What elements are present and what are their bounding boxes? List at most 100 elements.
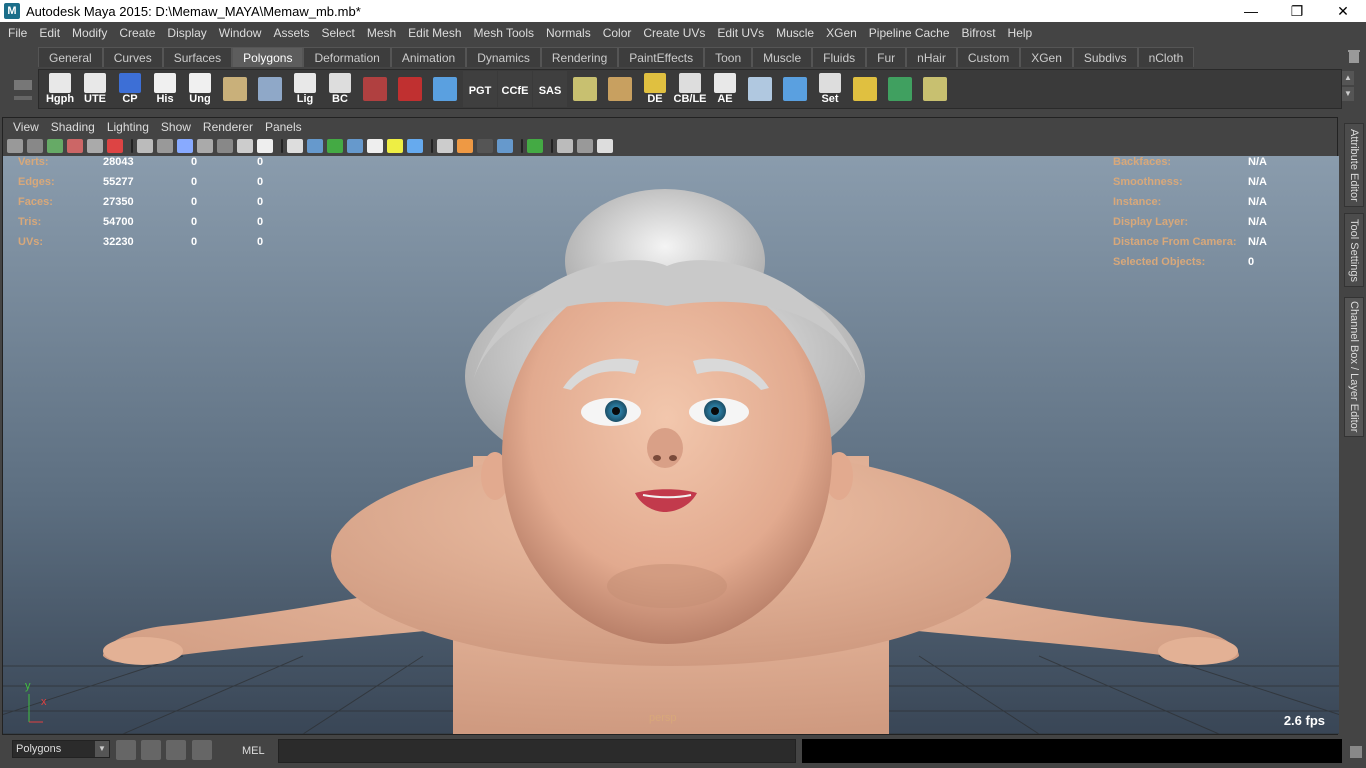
shelf-button-target-ring-icon[interactable] — [848, 71, 882, 107]
shelf-button-ung[interactable]: Ung — [183, 71, 217, 107]
shelf-tab-animation[interactable]: Animation — [390, 47, 467, 67]
shelf-scroll[interactable]: ▲ ▼ — [1342, 71, 1356, 107]
shelf-tab-custom[interactable]: Custom — [956, 47, 1021, 67]
menu-display[interactable]: Display — [161, 26, 212, 40]
shelf-button-bc[interactable]: BC — [323, 71, 357, 107]
menu-normals[interactable]: Normals — [540, 26, 597, 40]
menu-set-dropdown[interactable]: Polygons ▼ — [12, 740, 110, 758]
shelf-button-cb-le[interactable]: CB/LE — [673, 71, 707, 107]
panel-menu-panels[interactable]: Panels — [259, 120, 308, 134]
grid-toggle-icon[interactable] — [116, 740, 136, 760]
select-highlight-icon[interactable] — [527, 139, 543, 153]
textured-icon[interactable] — [177, 139, 193, 153]
menu-window[interactable]: Window — [213, 26, 268, 40]
shelf-tab-toon[interactable]: Toon — [704, 47, 753, 67]
lights-icon[interactable] — [197, 139, 213, 153]
shelf-menu-icon[interactable] — [14, 96, 32, 100]
grid-toggle-icon[interactable] — [87, 139, 103, 153]
shelf-button-cp[interactable]: CP — [113, 71, 147, 107]
ao-icon[interactable] — [457, 139, 473, 153]
trash-icon[interactable] — [1348, 49, 1360, 63]
shelf-button-book-icon[interactable] — [218, 71, 252, 107]
menu-modify[interactable]: Modify — [66, 26, 113, 40]
shelf-button-sas[interactable]: SAS — [533, 71, 567, 107]
menu-edit-uvs[interactable]: Edit UVs — [711, 26, 770, 40]
minimize-button[interactable]: — — [1228, 0, 1274, 22]
shelf-tab-curves[interactable]: Curves — [102, 47, 163, 67]
wireframe-icon[interactable] — [137, 139, 153, 153]
shelf-button-hgph[interactable]: Hgph — [43, 71, 77, 107]
bookmark-icon[interactable] — [47, 139, 63, 153]
shelf-tab-fluids[interactable]: Fluids — [812, 47, 867, 67]
shelf-button-ccfe[interactable]: CCfE — [498, 71, 532, 107]
film-gate-icon[interactable] — [107, 139, 123, 153]
3d-viewport[interactable]: Verts: 28043 0 0 Edges: 55277 0 0 Faces: 27350 0 0 T… — [3, 156, 1339, 734]
shelf-button-spotlight-icon[interactable] — [743, 71, 777, 107]
shelf-tab-muscle[interactable]: Muscle — [752, 47, 813, 67]
side-tab-attribute-editor[interactable]: Attribute Editor — [1344, 123, 1364, 207]
layout-split-icon[interactable] — [577, 139, 593, 153]
shelf-button-de[interactable]: DE — [638, 71, 672, 107]
dof-icon[interactable] — [477, 139, 493, 153]
shelf-button-uv-grid-icon[interactable] — [603, 71, 637, 107]
menu-create-uvs[interactable]: Create UVs — [637, 26, 711, 40]
share-icon[interactable] — [597, 139, 613, 153]
shelf-button-his[interactable]: His — [148, 71, 182, 107]
menu-bifrost[interactable]: Bifrost — [956, 26, 1002, 40]
panel-menu-show[interactable]: Show — [155, 120, 197, 134]
menu-assets[interactable]: Assets — [267, 26, 315, 40]
shelf-button-curve-icon[interactable] — [428, 71, 462, 107]
shelf-button-uv-layout-icon[interactable] — [568, 71, 602, 107]
half-sphere-icon[interactable] — [437, 139, 453, 153]
shelf-tab-polygons[interactable]: Polygons — [232, 47, 304, 67]
side-tab-channel-box-layer-editor[interactable]: Channel Box / Layer Editor — [1344, 297, 1364, 437]
script-editor-button-icon[interactable] — [1350, 746, 1362, 758]
panel-menu-shading[interactable]: Shading — [45, 120, 101, 134]
shelf-tab-rendering[interactable]: Rendering — [540, 47, 619, 67]
shelf-button-set[interactable]: Set — [813, 71, 847, 107]
shelf-tab-deformation[interactable]: Deformation — [303, 47, 391, 67]
menu-help[interactable]: Help — [1002, 26, 1039, 40]
list-view-icon[interactable] — [192, 740, 212, 760]
shelf-button-uv-shell-icon[interactable] — [918, 71, 952, 107]
shelf-tab-painteffects[interactable]: PaintEffects — [618, 47, 705, 67]
menu-file[interactable]: File — [2, 26, 33, 40]
mel-label[interactable]: MEL — [242, 745, 265, 757]
shadows-icon[interactable] — [217, 139, 233, 153]
light-bulb-icon[interactable] — [387, 139, 403, 153]
sphere-icon[interactable] — [407, 139, 423, 153]
camera-attr-icon[interactable] — [27, 139, 43, 153]
panel-menu-view[interactable]: View — [7, 120, 45, 134]
xray-icon[interactable] — [237, 139, 253, 153]
shelf-button-color-wheel-icon[interactable] — [883, 71, 917, 107]
script-editor-icon[interactable] — [141, 740, 161, 760]
layout-single-icon[interactable] — [557, 139, 573, 153]
menu-pipeline-cache[interactable]: Pipeline Cache — [863, 26, 956, 40]
cube-xray-icon[interactable] — [347, 139, 363, 153]
shelf-tab-xgen[interactable]: XGen — [1020, 47, 1073, 67]
close-button[interactable]: ✕ — [1320, 0, 1366, 22]
menu-mesh-tools[interactable]: Mesh Tools — [468, 26, 540, 40]
shelf-tab-general[interactable]: General — [38, 47, 103, 67]
image-plane-icon[interactable] — [67, 139, 83, 153]
shelf-tab-dynamics[interactable]: Dynamics — [466, 47, 541, 67]
menu-select[interactable]: Select — [315, 26, 360, 40]
side-tab-tool-settings[interactable]: Tool Settings — [1344, 213, 1364, 287]
checker-icon[interactable] — [367, 139, 383, 153]
shelf-tab-ncloth[interactable]: nCloth — [1137, 47, 1195, 67]
shelf-button-lig[interactable]: Lig — [288, 71, 322, 107]
shelf-button-search-globe-icon[interactable] — [253, 71, 287, 107]
panel-menu-renderer[interactable]: Renderer — [197, 120, 259, 134]
menu-muscle[interactable]: Muscle — [770, 26, 820, 40]
camera-select-icon[interactable] — [7, 139, 23, 153]
cube-icon[interactable] — [287, 139, 303, 153]
shelf-button-pgt[interactable]: PGT — [463, 71, 497, 107]
cube-shaded-icon[interactable] — [307, 139, 323, 153]
shelf-scroll-down-icon[interactable]: ▼ — [1342, 87, 1354, 101]
shelf-handle[interactable] — [0, 46, 36, 112]
shelf-tab-surfaces[interactable]: Surfaces — [162, 47, 233, 67]
menu-xgen[interactable]: XGen — [820, 26, 863, 40]
shelf-tab-fur[interactable]: Fur — [866, 47, 907, 67]
shelf-button-ute[interactable]: UTE — [78, 71, 112, 107]
command-input[interactable] — [278, 739, 796, 763]
